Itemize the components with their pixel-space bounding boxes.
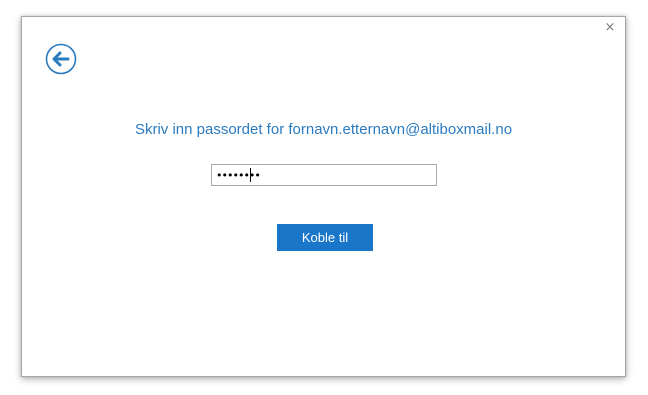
password-dialog: × Skriv inn passordet for fornavn.ettern… [21, 16, 626, 377]
password-input[interactable] [212, 165, 436, 185]
screen: × Skriv inn passordet for fornavn.ettern… [0, 0, 648, 395]
connect-button[interactable]: Koble til [277, 224, 373, 251]
back-button[interactable] [45, 43, 77, 75]
close-button[interactable]: × [603, 21, 617, 35]
password-prompt: Skriv inn passordet for fornavn.etternav… [134, 121, 513, 138]
password-field[interactable] [211, 164, 437, 186]
text-caret [250, 168, 251, 182]
back-arrow-icon [45, 43, 77, 75]
